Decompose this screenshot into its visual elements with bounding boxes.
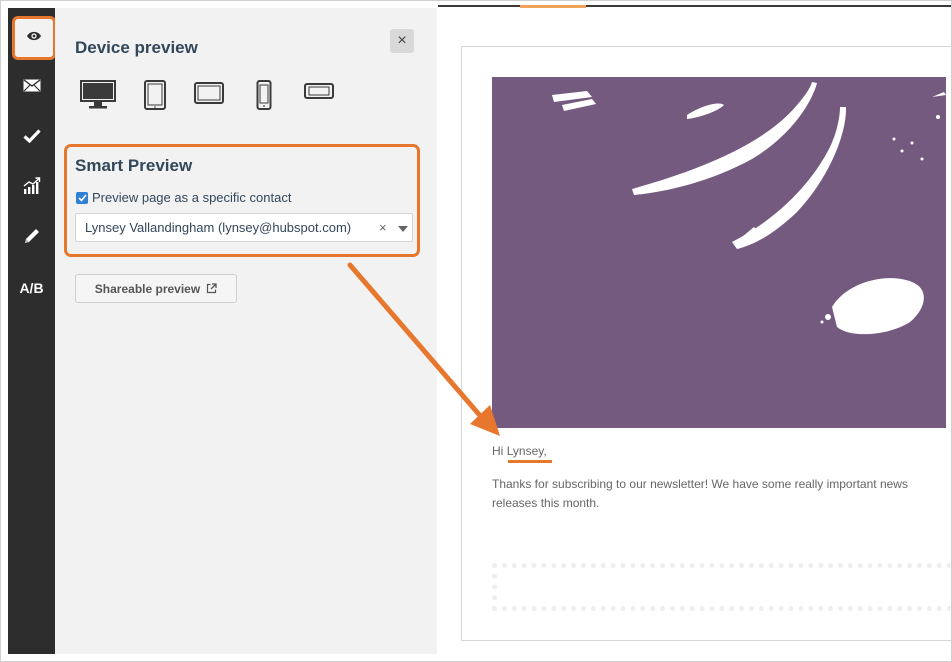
eye-icon	[26, 29, 42, 47]
phone-portrait-icon[interactable]	[256, 80, 272, 115]
email-body-text: Thanks for subscribing to our newsletter…	[492, 477, 908, 510]
phone-landscape-icon[interactable]	[304, 80, 334, 107]
smart-preview-title: Smart Preview	[75, 156, 193, 175]
rail-item-preview[interactable]	[12, 16, 56, 60]
left-rail: A/B	[8, 8, 56, 654]
rail-item-edit[interactable]	[8, 216, 55, 260]
pencil-icon	[23, 227, 41, 250]
app-window: A/B Device preview × Smart Preview Previ…	[0, 0, 952, 662]
tablet-landscape-icon[interactable]	[194, 80, 224, 111]
name-highlight-underline	[508, 460, 552, 463]
close-icon: ×	[397, 32, 407, 49]
rail-item-ab-test[interactable]: A/B	[8, 266, 55, 310]
greeting-name: Lynsey	[506, 444, 544, 458]
shareable-preview-button[interactable]: Shareable preview	[75, 274, 237, 303]
device-preview-panel: Device preview × Smart Preview Preview p…	[55, 8, 437, 654]
selected-contact: Lynsey Vallandingham (lynsey@hubspot.com…	[85, 220, 352, 235]
empty-module-placeholder	[492, 563, 952, 611]
desktop-icon[interactable]	[80, 80, 116, 115]
hero-image	[492, 77, 946, 428]
contact-preview-checkbox[interactable]	[76, 191, 88, 204]
top-bar	[0, 0, 952, 8]
rail-item-email[interactable]	[8, 66, 55, 110]
contact-preview-option: Preview page as a specific contact	[76, 190, 291, 205]
clear-selection-icon[interactable]: ×	[379, 220, 387, 235]
panel-title: Device preview	[75, 38, 198, 57]
email-greeting: Hi Lynsey,	[492, 444, 552, 463]
checkmark-icon	[22, 128, 41, 148]
ab-test-label: A/B	[19, 280, 44, 296]
tablet-portrait-icon[interactable]	[143, 80, 167, 115]
email-preview-area: Hi Lynsey, Thanks for subscribing to our…	[437, 8, 952, 654]
top-divider	[438, 5, 952, 7]
close-button[interactable]: ×	[390, 29, 414, 53]
chart-icon	[23, 176, 41, 200]
contact-preview-label: Preview page as a specific contact	[92, 190, 292, 205]
rail-item-analytics[interactable]	[8, 166, 55, 210]
contact-select[interactable]: Lynsey Vallandingham (lynsey@hubspot.com…	[75, 213, 413, 242]
shareable-preview-label: Shareable preview	[94, 281, 201, 296]
envelope-icon	[23, 79, 41, 97]
rail-item-checklist[interactable]	[8, 116, 55, 160]
greeting-suffix: ,	[543, 444, 547, 458]
chevron-down-icon[interactable]	[398, 226, 408, 232]
email-preview: Hi Lynsey, Thanks for subscribing to our…	[461, 46, 952, 641]
external-link-icon	[206, 283, 217, 294]
greeting-prefix: Hi	[492, 444, 504, 458]
